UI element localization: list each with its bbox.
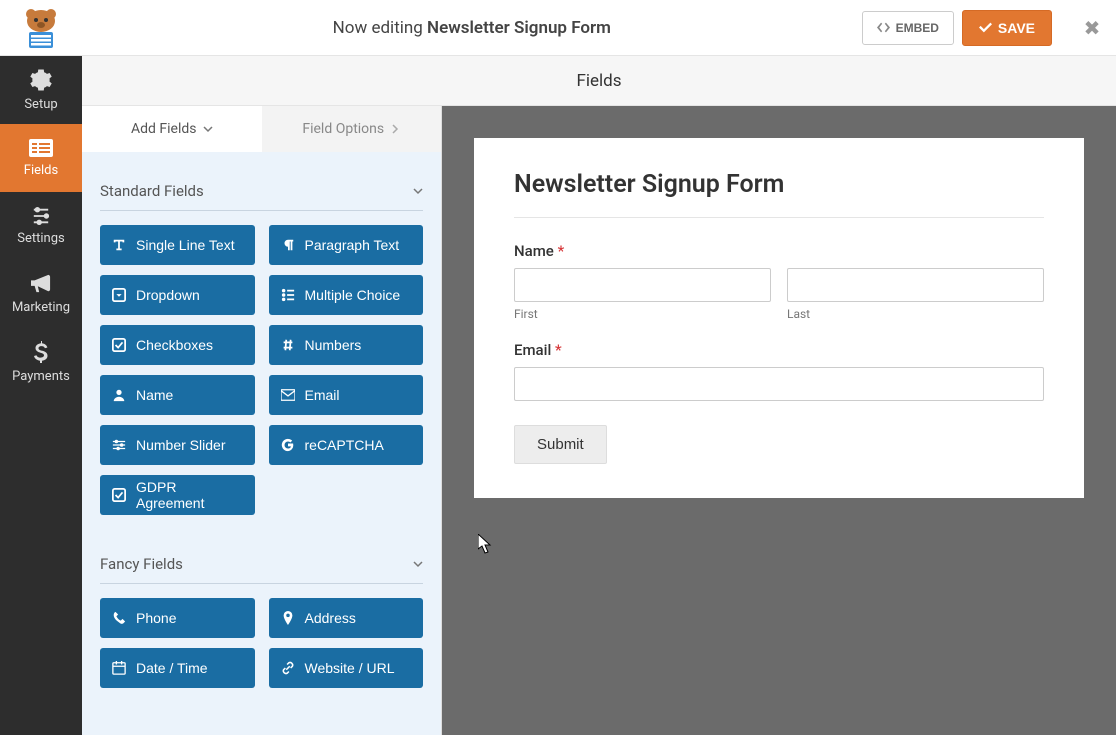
embed-button[interactable]: EMBED (862, 11, 954, 45)
chevron-down-icon (413, 186, 423, 196)
field-name[interactable]: Name (100, 375, 255, 415)
cursor-icon (478, 534, 494, 554)
envelope-icon (281, 388, 295, 402)
sidenav-settings-label: Settings (17, 231, 64, 246)
group-standard-header[interactable]: Standard Fields (100, 166, 423, 211)
app-logo[interactable] (0, 0, 82, 55)
sidenav-fields[interactable]: Fields (0, 124, 82, 192)
close-icon[interactable]: ✖ (1074, 16, 1110, 40)
bullhorn-icon (30, 274, 52, 294)
field-single-line-text[interactable]: Single Line Text (100, 225, 255, 265)
group-standard-title: Standard Fields (100, 182, 204, 200)
field-numbers[interactable]: Numbers (269, 325, 424, 365)
embed-label: EMBED (896, 21, 939, 35)
fancy-fields-grid: Phone Address Date / Time Website / URL (100, 598, 423, 688)
field-paragraph-text[interactable]: Paragraph Text (269, 225, 424, 265)
fields-tabs: Add Fields Field Options (82, 106, 441, 152)
group-fancy-title: Fancy Fields (100, 555, 183, 573)
user-icon (112, 388, 126, 402)
field-address[interactable]: Address (269, 598, 424, 638)
check-icon (979, 22, 992, 33)
map-marker-icon (281, 611, 295, 625)
top-actions: EMBED SAVE ✖ (862, 10, 1116, 46)
center-header: Fields (82, 56, 1116, 106)
gear-icon (30, 69, 52, 91)
required-asterisk: * (554, 242, 564, 260)
form-card: Newsletter Signup Form Name * First Last (474, 138, 1084, 498)
tab-add-label: Add Fields (131, 121, 197, 137)
editing-prefix: Now editing (333, 18, 427, 38)
field-number-slider[interactable]: Number Slider (100, 425, 255, 465)
field-date-time[interactable]: Date / Time (100, 648, 255, 688)
editing-form-name: Newsletter Signup Form (427, 18, 611, 38)
first-sublabel: First (514, 307, 771, 321)
email-input[interactable] (514, 367, 1044, 401)
sidenav-setup-label: Setup (24, 97, 57, 112)
center-body: Add Fields Field Options Standard Fields (82, 106, 1116, 735)
center-column: Fields Add Fields Field Options (82, 56, 1116, 735)
sidenav-fields-label: Fields (24, 163, 58, 178)
list-icon (281, 288, 295, 302)
tab-add-fields[interactable]: Add Fields (82, 106, 262, 152)
main: Setup Fields Settings Marketing Payments… (0, 56, 1116, 735)
chevron-right-icon (390, 124, 400, 134)
check-square-icon (112, 338, 126, 352)
field-email[interactable]: Email (269, 375, 424, 415)
fields-scroll[interactable]: Standard Fields Single Line Text Paragra… (82, 152, 441, 735)
code-icon (877, 22, 890, 33)
sidenav-setup[interactable]: Setup (0, 56, 82, 124)
form-preview[interactable]: Newsletter Signup Form Name * First Last (442, 106, 1116, 735)
field-multiple-choice[interactable]: Multiple Choice (269, 275, 424, 315)
sliders-icon (30, 207, 52, 225)
dollar-icon (33, 341, 49, 363)
save-label: SAVE (998, 20, 1035, 36)
chevron-down-icon (203, 124, 213, 134)
email-label: Email * (514, 341, 1044, 359)
form-title: Newsletter Signup Form (514, 170, 1044, 218)
name-label: Name * (514, 242, 1044, 260)
field-recaptcha[interactable]: reCAPTCHA (269, 425, 424, 465)
name-row: First Last (514, 268, 1044, 321)
paragraph-icon (281, 238, 295, 252)
sidenav-payments-label: Payments (12, 369, 70, 384)
topbar: Now editing Newsletter Signup Form EMBED… (0, 0, 1116, 56)
phone-icon (112, 611, 126, 625)
field-website-url[interactable]: Website / URL (269, 648, 424, 688)
group-fancy-header[interactable]: Fancy Fields (100, 539, 423, 584)
tab-field-options[interactable]: Field Options (262, 106, 442, 152)
sliders-icon (112, 438, 126, 452)
caret-square-icon (112, 288, 126, 302)
required-asterisk: * (551, 341, 561, 359)
field-checkboxes[interactable]: Checkboxes (100, 325, 255, 365)
hashtag-icon (281, 338, 295, 352)
field-gdpr[interactable]: GDPR Agreement (100, 475, 255, 515)
fields-panel: Add Fields Field Options Standard Fields (82, 106, 442, 735)
first-name-input[interactable] (514, 268, 771, 302)
field-phone[interactable]: Phone (100, 598, 255, 638)
sidenav-settings[interactable]: Settings (0, 192, 82, 260)
last-name-input[interactable] (787, 268, 1044, 302)
calendar-icon (112, 661, 126, 675)
sidenav: Setup Fields Settings Marketing Payments (0, 56, 82, 735)
center-title: Fields (576, 71, 621, 91)
field-dropdown[interactable]: Dropdown (100, 275, 255, 315)
google-icon (281, 438, 295, 452)
save-button[interactable]: SAVE (962, 10, 1052, 46)
submit-button[interactable]: Submit (514, 425, 607, 464)
form-icon (29, 139, 53, 157)
sidenav-marketing-label: Marketing (12, 300, 70, 315)
editing-label: Now editing Newsletter Signup Form (82, 18, 862, 38)
check-square-icon (112, 488, 126, 502)
tab-options-label: Field Options (302, 121, 384, 137)
sidenav-payments[interactable]: Payments (0, 328, 82, 396)
chevron-down-icon (413, 559, 423, 569)
text-icon (112, 238, 126, 252)
standard-fields-grid: Single Line Text Paragraph Text Dropdown… (100, 225, 423, 515)
sidenav-marketing[interactable]: Marketing (0, 260, 82, 328)
link-icon (281, 661, 295, 675)
last-sublabel: Last (787, 307, 1044, 321)
